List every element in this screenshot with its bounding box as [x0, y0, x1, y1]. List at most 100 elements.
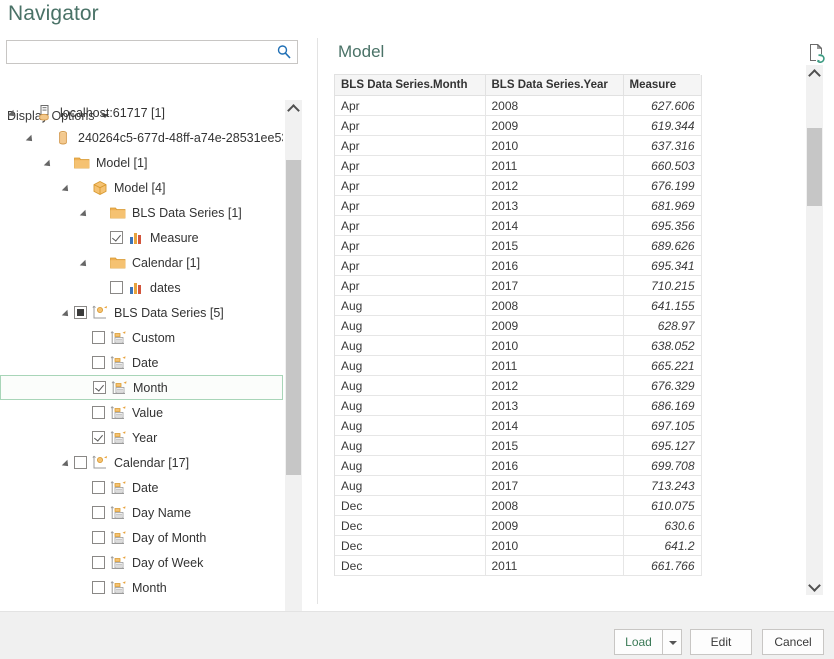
- tree-item-checkbox[interactable]: [93, 381, 106, 394]
- tree-item[interactable]: BLS Data Series [1]: [0, 200, 283, 225]
- tree-item[interactable]: 240264c5-677d-48ff-a74e-28531ee5325a...: [0, 125, 283, 150]
- preview-scrollbar[interactable]: [806, 65, 823, 595]
- table-row[interactable]: Apr 2011 660.503: [335, 155, 702, 176]
- tree-item-checkbox[interactable]: [92, 431, 105, 444]
- table-row[interactable]: Apr 2015 689.626: [335, 235, 702, 256]
- table-row[interactable]: Apr 2008 627.606: [335, 95, 702, 116]
- tree-scrollbar[interactable]: [285, 100, 302, 630]
- search-box[interactable]: [6, 40, 298, 64]
- tree-item-label: Day of Month: [132, 530, 207, 545]
- edit-button[interactable]: Edit: [690, 629, 752, 655]
- refresh-document-icon[interactable]: [808, 43, 826, 64]
- expander-open-icon[interactable]: [62, 457, 74, 469]
- table-row[interactable]: Apr 2013 681.969: [335, 195, 702, 216]
- table-row[interactable]: Dec 2011 661.766: [335, 555, 702, 576]
- table-row[interactable]: Apr 2017 710.215: [335, 275, 702, 296]
- expander-open-icon[interactable]: [62, 307, 74, 319]
- table-cell: Apr: [335, 95, 486, 116]
- table-row[interactable]: Aug 2011 665.221: [335, 355, 702, 376]
- tree-item-checkbox[interactable]: [92, 556, 105, 569]
- tree-item[interactable]: Month: [0, 575, 283, 600]
- table-row[interactable]: Aug 2016 699.708: [335, 455, 702, 476]
- table-row[interactable]: Aug 2008 641.155: [335, 295, 702, 316]
- tree-item-checkbox[interactable]: [92, 331, 105, 344]
- load-dropdown-button[interactable]: [662, 629, 682, 655]
- expander-open-icon[interactable]: [62, 182, 74, 194]
- tree-item[interactable]: Measure: [0, 225, 283, 250]
- expander-open-icon[interactable]: [80, 257, 92, 269]
- table-row[interactable]: Aug 2015 695.127: [335, 435, 702, 456]
- table-cell: Aug: [335, 475, 486, 496]
- scroll-up-arrow-icon[interactable]: [285, 100, 302, 117]
- tree-item[interactable]: dates: [0, 275, 283, 300]
- expander-open-icon[interactable]: [80, 207, 92, 219]
- tree-item[interactable]: Day of Month: [0, 525, 283, 550]
- table-cell: 686.169: [623, 395, 702, 416]
- column-header[interactable]: BLS Data Series.Year: [485, 75, 624, 96]
- column-header[interactable]: BLS Data Series.Month: [335, 75, 486, 96]
- column-icon: [110, 505, 126, 521]
- expander-open-icon[interactable]: [8, 107, 20, 119]
- table-row[interactable]: Dec 2009 630.6: [335, 515, 702, 536]
- tree-item[interactable]: Custom: [0, 325, 283, 350]
- tree-item-checkbox[interactable]: [110, 281, 123, 294]
- table-row[interactable]: Apr 2009 619.344: [335, 115, 702, 136]
- scroll-up-arrow-icon[interactable]: [806, 65, 823, 82]
- tree-item[interactable]: Day of Week: [0, 550, 283, 575]
- tree-item-checkbox[interactable]: [92, 481, 105, 494]
- table-row[interactable]: Aug 2013 686.169: [335, 395, 702, 416]
- table-row[interactable]: Dec 2008 610.075: [335, 495, 702, 516]
- scroll-down-arrow-icon[interactable]: [806, 578, 823, 595]
- tree-item[interactable]: Calendar [1]: [0, 250, 283, 275]
- table-row[interactable]: Apr 2016 695.341: [335, 255, 702, 276]
- folder-icon: [74, 155, 90, 171]
- tree-item-checkbox[interactable]: [74, 306, 87, 319]
- tree-item[interactable]: Date: [0, 350, 283, 375]
- table-row[interactable]: Apr 2012 676.199: [335, 175, 702, 196]
- expander-open-icon[interactable]: [44, 157, 56, 169]
- table-row[interactable]: Aug 2012 676.329: [335, 375, 702, 396]
- tree-item-checkbox[interactable]: [92, 506, 105, 519]
- table-row[interactable]: Apr 2014 695.356: [335, 215, 702, 236]
- table-row[interactable]: Aug 2017 713.243: [335, 475, 702, 496]
- folder-icon: [110, 255, 126, 271]
- tree-item-checkbox[interactable]: [92, 531, 105, 544]
- tree-item[interactable]: Day Name: [0, 500, 283, 525]
- search-input[interactable]: [11, 43, 273, 63]
- tree-item-checkbox[interactable]: [92, 581, 105, 594]
- expander-open-icon[interactable]: [26, 132, 38, 144]
- tree-item[interactable]: Model [1]: [0, 150, 283, 175]
- table-cell: 610.075: [623, 495, 702, 516]
- tree-item-checkbox[interactable]: [92, 406, 105, 419]
- tree-item-checkbox[interactable]: [110, 231, 123, 244]
- tree-item[interactable]: Month: [0, 375, 283, 400]
- tree-item[interactable]: localhost:61717 [1]: [0, 100, 283, 125]
- column-icon: [110, 405, 126, 421]
- tree-item-label: 240264c5-677d-48ff-a74e-28531ee5325a...: [78, 130, 283, 145]
- tree-item[interactable]: Date: [0, 475, 283, 500]
- tree-item[interactable]: Model [4]: [0, 175, 283, 200]
- tree-scrollbar-thumb[interactable]: [286, 160, 301, 475]
- table-cell: Aug: [335, 295, 486, 316]
- table-row[interactable]: Aug 2009 628.97: [335, 315, 702, 336]
- table-row[interactable]: Aug 2010 638.052: [335, 335, 702, 356]
- load-button[interactable]: Load: [614, 629, 662, 655]
- navigator-tree[interactable]: localhost:61717 [1] 240264c5-677d-48ff-a7…: [0, 100, 283, 610]
- tree-item[interactable]: Value: [0, 400, 283, 425]
- tree-item-checkbox[interactable]: [74, 456, 87, 469]
- tree-item[interactable]: Year: [0, 425, 283, 450]
- table-row[interactable]: Apr 2010 637.316: [335, 135, 702, 156]
- tree-item-checkbox[interactable]: [92, 356, 105, 369]
- cancel-button[interactable]: Cancel: [762, 629, 824, 655]
- preview-scrollbar-thumb[interactable]: [807, 128, 822, 206]
- tree-item[interactable]: Calendar [17]: [0, 450, 283, 475]
- table-cell: Aug: [335, 435, 486, 456]
- column-header[interactable]: Measure: [623, 75, 702, 96]
- search-icon[interactable]: [276, 44, 292, 60]
- tree-item[interactable]: BLS Data Series [5]: [0, 300, 283, 325]
- table-cell: Aug: [335, 315, 486, 336]
- table-cell: Dec: [335, 495, 486, 516]
- table-row[interactable]: Aug 2014 697.105: [335, 415, 702, 436]
- table-row[interactable]: Dec 2010 641.2: [335, 535, 702, 556]
